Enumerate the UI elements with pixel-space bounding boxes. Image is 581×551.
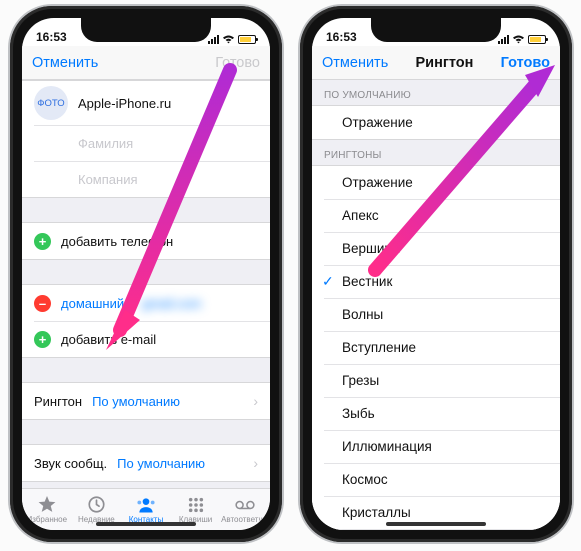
home-indicator[interactable]	[96, 522, 196, 526]
ringtone-item[interactable]: Вступление	[312, 331, 560, 364]
plus-icon: +	[34, 233, 51, 250]
surname-row[interactable]: Фамилия	[22, 125, 270, 161]
ringtone-list[interactable]: ПО УМОЛЧАНИЮ Отражение РИНГТОНЫ Отражени…	[312, 80, 560, 530]
textsound-value: По умолчанию	[117, 456, 247, 471]
add-phone-label: добавить телефон	[61, 234, 258, 249]
signal-icon	[208, 35, 219, 44]
nav-bar: Отменить Готово	[22, 46, 270, 80]
star-icon	[37, 496, 57, 514]
chevron-right-icon: ›	[253, 455, 258, 471]
signal-icon	[498, 35, 509, 44]
textsound-label: Звук сообщ.	[34, 456, 107, 471]
ringtone-item[interactable]: ✓Вестник	[312, 265, 560, 298]
status-icons	[498, 35, 546, 44]
ringtone-item[interactable]: Иллюминация	[312, 430, 560, 463]
ringtone-item[interactable]: Вершина	[312, 232, 560, 265]
battery-icon	[238, 35, 256, 44]
home-indicator[interactable]	[386, 522, 486, 526]
company-field[interactable]: Компания	[78, 172, 258, 187]
wifi-icon	[512, 35, 525, 44]
minus-icon: –	[34, 295, 51, 312]
email-type[interactable]: домашний ›	[61, 296, 132, 311]
section-ringtones-header: РИНГТОНЫ	[312, 140, 560, 165]
checkmark-icon: ✓	[322, 273, 334, 290]
ringtone-item[interactable]: Отражение	[312, 106, 560, 139]
screen-left: 16:53 Отменить Готово ФОТО Apple-iPhone.…	[22, 18, 270, 530]
nav-bar: Отменить Рингтон Готово	[312, 46, 560, 80]
email-value[interactable]: gmail.com	[142, 296, 258, 311]
notch	[371, 18, 501, 42]
clock-icon	[86, 496, 106, 514]
first-name-field[interactable]: Apple-iPhone.ru	[78, 96, 258, 111]
status-time: 16:53	[36, 30, 67, 44]
contacts-icon	[136, 496, 156, 514]
ringtone-item[interactable]: Зыбь	[312, 397, 560, 430]
company-row[interactable]: Компания	[22, 161, 270, 197]
contact-edit-content: ФОТО Apple-iPhone.ru Фамилия Компания + …	[22, 80, 270, 488]
wifi-icon	[222, 35, 235, 44]
ringtone-item[interactable]: Отражение	[312, 166, 560, 199]
status-time: 16:53	[326, 30, 357, 44]
chevron-right-icon: ›	[253, 393, 258, 409]
tab-voicemail[interactable]: Автоответч...	[220, 489, 270, 530]
surname-field[interactable]: Фамилия	[78, 136, 258, 151]
email-row[interactable]: – домашний › gmail.com	[22, 285, 270, 321]
voicemail-icon	[235, 496, 255, 514]
battery-icon	[528, 35, 546, 44]
tab-favorites[interactable]: Избранное	[22, 489, 72, 530]
plus-icon: +	[34, 331, 51, 348]
screen-right: 16:53 Отменить Рингтон Готово ПО УМОЛЧАН…	[312, 18, 560, 530]
ringtone-item[interactable]: Космос	[312, 463, 560, 496]
status-icons	[208, 35, 256, 44]
add-email-label: добавить e-mail	[61, 332, 258, 347]
add-phone-row[interactable]: + добавить телефон	[22, 223, 270, 259]
done-button[interactable]: Готово	[501, 55, 550, 71]
phone-frame-right: 16:53 Отменить Рингтон Готово ПО УМОЛЧАН…	[300, 6, 572, 542]
ringtone-item[interactable]: Маяк	[312, 529, 560, 530]
nav-title: Рингтон	[416, 55, 474, 71]
ringtone-item[interactable]: Апекс	[312, 199, 560, 232]
notch	[81, 18, 211, 42]
ringtone-row[interactable]: Рингтон По умолчанию ›	[22, 383, 270, 419]
done-button: Готово	[215, 55, 260, 71]
cancel-button[interactable]: Отменить	[322, 55, 388, 71]
name-row[interactable]: ФОТО Apple-iPhone.ru	[22, 81, 270, 125]
cancel-button[interactable]: Отменить	[32, 55, 98, 71]
keypad-icon	[186, 496, 206, 514]
section-default-header: ПО УМОЛЧАНИЮ	[312, 80, 560, 105]
ringtone-item[interactable]: Грезы	[312, 364, 560, 397]
photo-avatar[interactable]: ФОТО	[34, 86, 68, 120]
phone-frame-left: 16:53 Отменить Готово ФОТО Apple-iPhone.…	[10, 6, 282, 542]
ringtone-value: По умолчанию	[92, 394, 247, 409]
ringtone-item[interactable]: Волны	[312, 298, 560, 331]
add-email-row[interactable]: + добавить e-mail	[22, 321, 270, 357]
textsound-row[interactable]: Звук сообщ. По умолчанию ›	[22, 445, 270, 481]
ringtone-label: Рингтон	[34, 394, 82, 409]
